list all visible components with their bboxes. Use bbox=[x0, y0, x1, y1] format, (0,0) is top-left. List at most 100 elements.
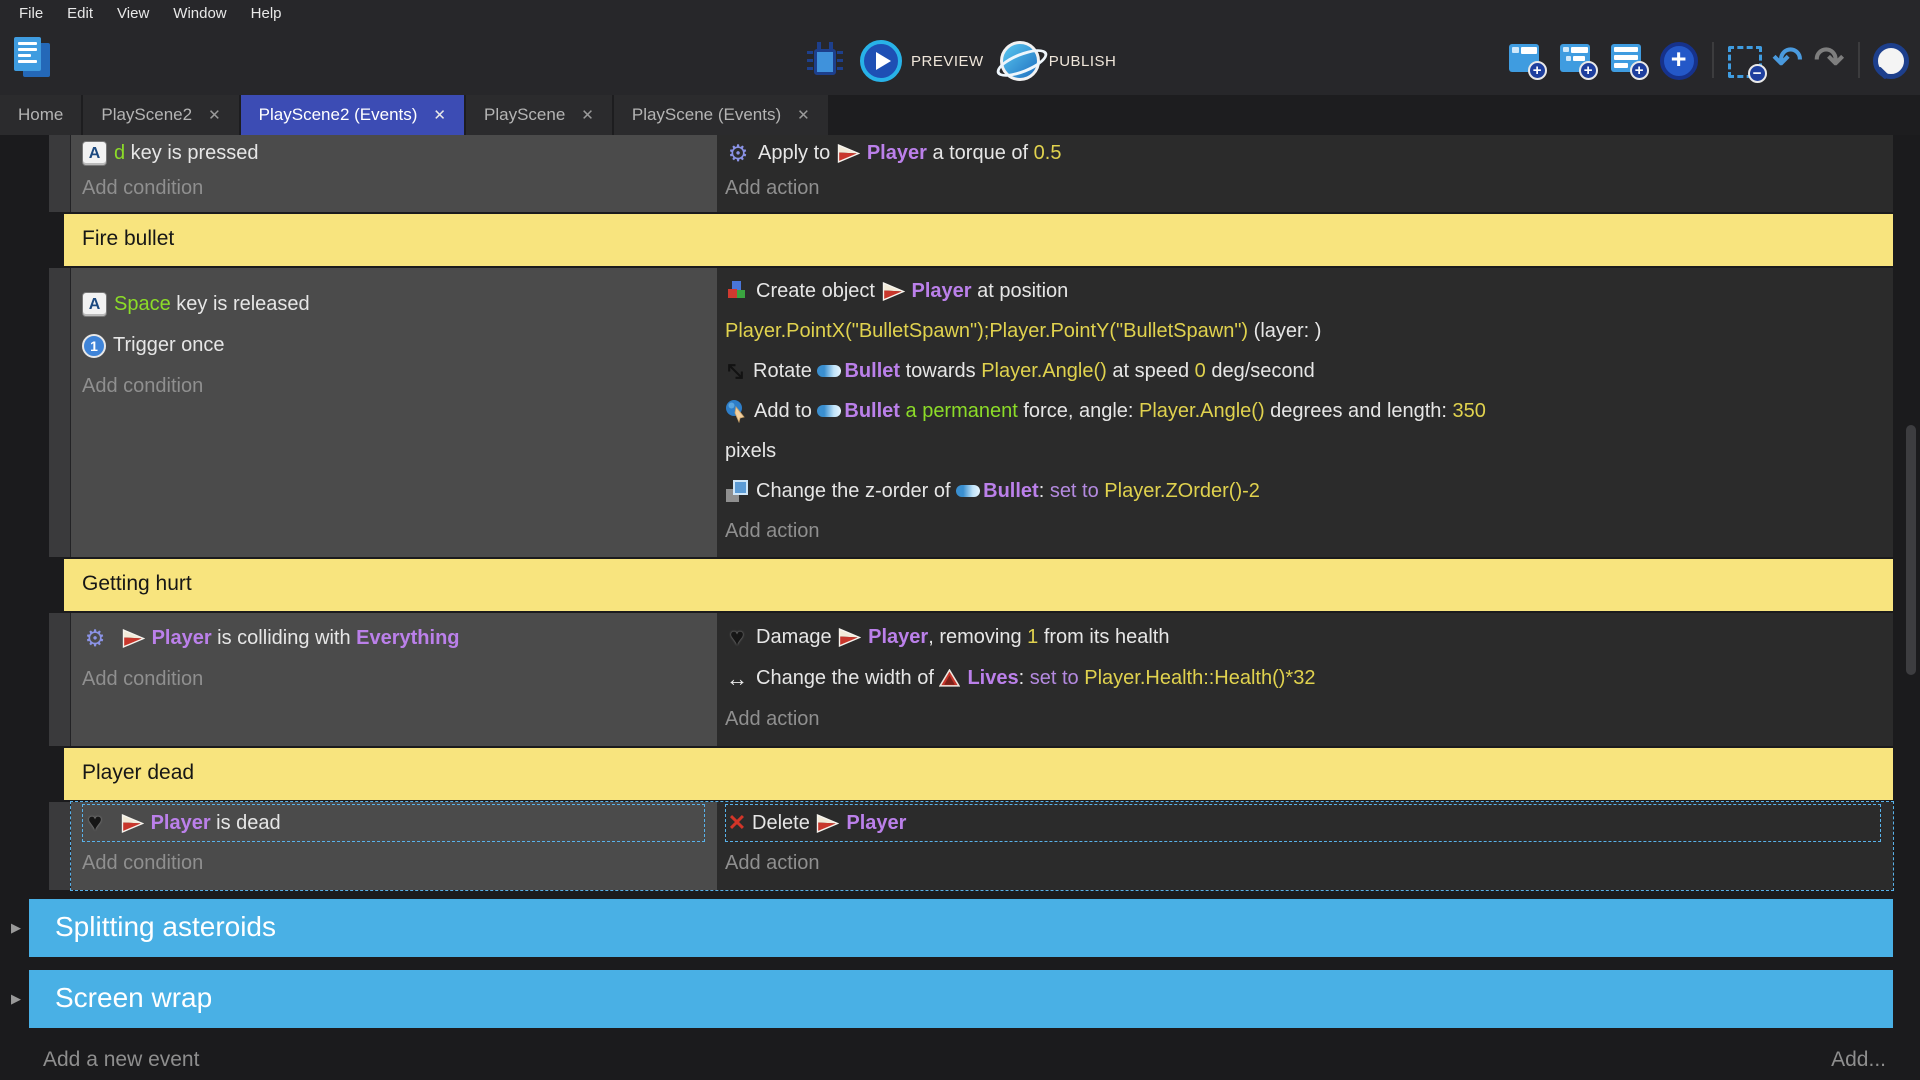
action-line[interactable]: pixels bbox=[725, 431, 1883, 471]
add-action-button[interactable]: Add action bbox=[725, 511, 1883, 551]
text-segment: at speed bbox=[1107, 360, 1195, 383]
group-row[interactable]: ▶Splitting asteroids bbox=[29, 899, 1893, 957]
conditions-cell[interactable]: ASpace key is released1Trigger once Add c… bbox=[71, 268, 717, 557]
add-action-button[interactable]: Add action bbox=[725, 699, 1883, 740]
close-icon[interactable]: ✕ bbox=[208, 106, 221, 124]
comment-row[interactable]: Getting hurt bbox=[64, 559, 1893, 611]
tab-playscene2[interactable]: PlayScene2 ✕ bbox=[83, 95, 238, 135]
undo-icon[interactable]: ↶ bbox=[1773, 40, 1803, 80]
action-line[interactable]: ♥Damage Player, removing 1 from its heal… bbox=[725, 617, 1883, 658]
text-segment: Add condition bbox=[82, 375, 203, 398]
actions-cell[interactable]: Create object Player at positionPlayer.P… bbox=[717, 268, 1893, 557]
add-condition-button[interactable]: Add condition bbox=[82, 366, 707, 407]
text-segment: Player.Health::Health()*32 bbox=[1084, 667, 1315, 690]
event-row[interactable]: ♥ Player is dead Add condition ✕Delete Pla… bbox=[49, 802, 1893, 890]
comment-row[interactable]: Fire bullet bbox=[64, 214, 1893, 266]
ship-icon bbox=[121, 629, 145, 648]
action-line[interactable]: Player.PointX("BulletSpawn");Player.Poin… bbox=[725, 311, 1883, 351]
close-icon[interactable]: ✕ bbox=[433, 106, 446, 124]
gdevelop-logo-icon[interactable] bbox=[12, 35, 52, 83]
collapse-arrow-icon[interactable]: ▶ bbox=[11, 899, 21, 957]
text-segment: Add action bbox=[725, 520, 820, 543]
add-condition-button[interactable]: Add condition bbox=[82, 843, 707, 884]
event-drag-handle[interactable] bbox=[49, 135, 71, 212]
text-segment: 1 bbox=[1027, 626, 1038, 649]
event-row[interactable]: ASpace key is released1Trigger once Add c… bbox=[49, 268, 1893, 557]
search-icon[interactable] bbox=[1874, 41, 1910, 79]
action-line[interactable]: Add to Bullet a permanent force, angle: … bbox=[725, 391, 1883, 431]
text-segment: Player bbox=[846, 812, 906, 835]
tab-label: PlayScene2 (Events) bbox=[259, 105, 418, 125]
event-drag-handle[interactable] bbox=[49, 268, 71, 557]
tab-playscene[interactable]: PlayScene ✕ bbox=[466, 95, 612, 135]
condition-line[interactable]: Ad key is pressed bbox=[82, 136, 707, 171]
publish-button[interactable]: PUBLISH bbox=[1000, 41, 1117, 81]
ship-icon bbox=[881, 282, 905, 301]
action-line[interactable]: ⚙Apply to Player a torque of 0.5 bbox=[725, 136, 1883, 171]
toolbar-separator bbox=[1712, 42, 1714, 78]
menu-view[interactable]: View bbox=[106, 2, 160, 25]
text-segment: is dead bbox=[211, 812, 281, 835]
add-comment-icon[interactable]: + bbox=[1609, 40, 1649, 80]
plus-badge-icon: + bbox=[1579, 61, 1598, 80]
action-line[interactable]: ✕Delete Player bbox=[726, 805, 1880, 841]
planet-icon bbox=[1000, 41, 1040, 81]
add-action-button[interactable]: Add action bbox=[725, 843, 1883, 884]
text-segment: Rotate bbox=[753, 360, 817, 383]
add-new-event-button[interactable]: Add a new event bbox=[43, 1048, 199, 1072]
text-segment: Add action bbox=[725, 708, 820, 731]
condition-line[interactable]: 1Trigger once bbox=[82, 325, 707, 366]
tab-bar: Home PlayScene2 ✕ PlayScene2 (Events) ✕ … bbox=[0, 95, 1920, 135]
text-segment: Create object bbox=[756, 280, 881, 303]
text-segment: set to bbox=[1030, 667, 1084, 690]
text-segment: degrees and length: bbox=[1265, 400, 1453, 423]
close-icon[interactable]: ✕ bbox=[797, 106, 810, 124]
debug-icon[interactable] bbox=[806, 40, 844, 82]
comment-row[interactable]: Player dead bbox=[64, 748, 1893, 800]
add-condition-button[interactable]: Add condition bbox=[82, 171, 707, 206]
condition-line[interactable]: ♥ Player is dead bbox=[83, 805, 704, 841]
select-instances-icon[interactable]: − bbox=[1728, 46, 1762, 78]
event-drag-handle[interactable] bbox=[49, 802, 71, 890]
collapse-arrow-icon[interactable]: ▶ bbox=[11, 970, 21, 1028]
tab-home[interactable]: Home bbox=[0, 95, 81, 135]
condition-line[interactable]: ⚙ Player is colliding with Everything bbox=[82, 618, 707, 659]
close-icon[interactable]: ✕ bbox=[581, 106, 594, 124]
add-sub-event-icon[interactable]: + bbox=[1558, 40, 1598, 80]
condition-line[interactable]: ASpace key is released bbox=[82, 284, 707, 325]
menu-window[interactable]: Window bbox=[162, 2, 237, 25]
tab-playscene2-events[interactable]: PlayScene2 (Events) ✕ bbox=[241, 95, 464, 135]
menu-edit[interactable]: Edit bbox=[56, 2, 104, 25]
add-new-icon[interactable]: + bbox=[1660, 42, 1698, 80]
event-drag-handle[interactable] bbox=[49, 613, 71, 746]
actions-cell[interactable]: ⚙Apply to Player a torque of 0.5 Add acti… bbox=[717, 135, 1893, 212]
group-row[interactable]: ▶Screen wrap bbox=[29, 970, 1893, 1028]
text-segment: Lives bbox=[967, 667, 1018, 690]
text-segment: Add condition bbox=[82, 852, 203, 875]
text-segment: : bbox=[1039, 480, 1050, 503]
action-line[interactable]: Create object Player at position bbox=[725, 271, 1883, 311]
action-line[interactable]: ↔Change the width of Lives: set to Playe… bbox=[725, 658, 1883, 699]
text-segment: Player.Angle() bbox=[981, 360, 1107, 383]
scrollbar-thumb[interactable] bbox=[1906, 425, 1916, 675]
action-line[interactable]: Change the z-order of Bullet: set to Pla… bbox=[725, 471, 1883, 511]
conditions-cell[interactable]: Ad key is pressedAdd condition bbox=[71, 135, 717, 212]
add-action-button[interactable]: Add action bbox=[725, 171, 1883, 206]
text-segment: Player bbox=[912, 280, 972, 303]
menu-help[interactable]: Help bbox=[240, 2, 293, 25]
text-segment: Add action bbox=[725, 177, 820, 200]
event-row[interactable]: ⚙ Player is colliding with EverythingAdd… bbox=[49, 613, 1893, 746]
add-condition-button[interactable]: Add condition bbox=[82, 659, 707, 700]
action-line[interactable]: Rotate Bullet towards Player.Angle() at … bbox=[725, 351, 1883, 391]
actions-cell[interactable]: ✕Delete PlayerAdd action bbox=[717, 802, 1893, 890]
event-row[interactable]: Ad key is pressedAdd condition⚙Apply to … bbox=[49, 135, 1893, 212]
menu-file[interactable]: File bbox=[8, 2, 54, 25]
preview-button[interactable]: PREVIEW bbox=[860, 40, 984, 82]
actions-cell[interactable]: ♥Damage Player, removing 1 from its heal… bbox=[717, 613, 1893, 746]
tab-playscene-events[interactable]: PlayScene (Events) ✕ bbox=[614, 95, 828, 135]
add-more-button[interactable]: Add... bbox=[1831, 1048, 1886, 1072]
tab-label: PlayScene2 bbox=[101, 105, 192, 125]
add-event-icon[interactable]: + bbox=[1507, 40, 1547, 80]
conditions-cell[interactable]: ⚙ Player is colliding with EverythingAdd… bbox=[71, 613, 717, 746]
conditions-cell[interactable]: ♥ Player is dead Add condition bbox=[71, 802, 717, 890]
